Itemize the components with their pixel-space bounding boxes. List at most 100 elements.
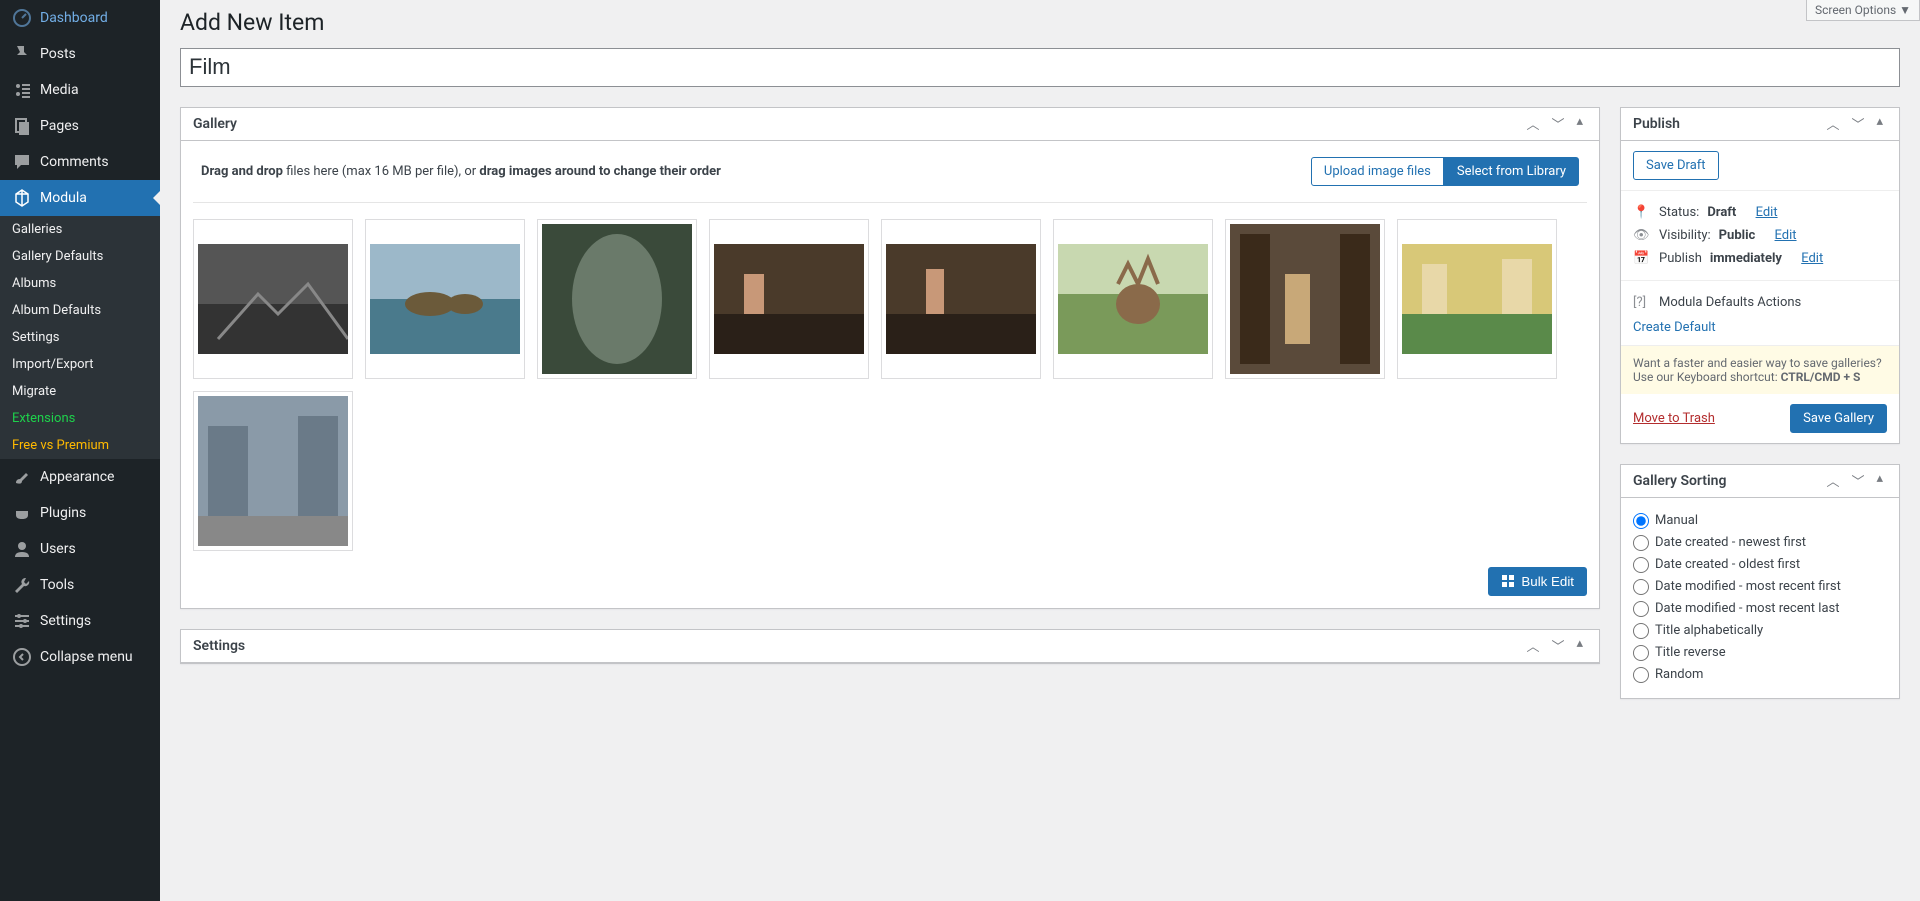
create-default-link[interactable]: Create Default [1633, 320, 1716, 335]
chevron-down-icon[interactable]: ﹀ [1547, 110, 1568, 137]
defaults-heading: Modula Defaults Actions [1659, 295, 1801, 310]
sidebar-item-media[interactable]: Media [0, 72, 160, 108]
screen-options-button[interactable]: Screen Options ▼ [1806, 0, 1920, 21]
submenu-extensions[interactable]: Extensions [0, 405, 160, 432]
keyboard-tip: Want a faster and easier way to save gal… [1621, 346, 1899, 394]
modula-submenu: Galleries Gallery Defaults Albums Album … [0, 216, 160, 459]
sort-option-random[interactable]: Random [1633, 664, 1887, 686]
sort-option-title-az[interactable]: Title alphabetically [1633, 620, 1887, 642]
sidebar-item-tools[interactable]: Tools [0, 567, 160, 603]
image-icon [714, 244, 864, 354]
sort-option-modified-first[interactable]: Date modified - most recent first [1633, 576, 1887, 598]
main-content: Screen Options ▼ Add New Item Gallery ︿ … [160, 0, 1920, 901]
upload-files-button[interactable]: Upload image files [1311, 157, 1444, 186]
sidebar-item-collapse[interactable]: Collapse menu [0, 639, 160, 675]
edit-schedule-link[interactable]: Edit [1801, 251, 1823, 266]
chevron-up-icon[interactable]: ︿ [1822, 467, 1843, 494]
sort-option-manual[interactable]: Manual [1633, 510, 1887, 532]
image-icon [542, 224, 692, 374]
edit-status-link[interactable]: Edit [1756, 205, 1778, 220]
gallery-heading: Gallery [193, 108, 237, 140]
publish-postbox: Publish ︿ ﹀ ▴ Save Draft 📍Status: Draft … [1620, 107, 1900, 444]
sort-option-modified-last[interactable]: Date modified - most recent last [1633, 598, 1887, 620]
submenu-free-vs-premium[interactable]: Free vs Premium [0, 432, 160, 459]
submenu-migrate[interactable]: Migrate [0, 378, 160, 405]
sidebar-item-modula[interactable]: Modula [0, 180, 160, 216]
image-icon [1402, 244, 1552, 354]
comment-icon [12, 152, 32, 172]
edit-visibility-link[interactable]: Edit [1775, 228, 1797, 243]
admin-sidebar: Dashboard Posts Media Pages Comments Mod… [0, 0, 160, 901]
chevron-down-icon[interactable]: ﹀ [1547, 632, 1568, 659]
sidebar-item-label: Users [40, 541, 76, 557]
media-icon [12, 80, 32, 100]
gallery-thumbnail[interactable] [193, 391, 353, 551]
collapse-icon [12, 647, 32, 667]
calendar-icon: 📅 [1633, 251, 1651, 266]
sort-option-date-oldest[interactable]: Date created - oldest first [1633, 554, 1887, 576]
chevron-up-icon[interactable]: ︿ [1522, 110, 1543, 137]
gauge-icon [12, 8, 32, 28]
sidebar-item-dashboard[interactable]: Dashboard [0, 0, 160, 36]
publish-heading: Publish [1633, 108, 1680, 140]
sidebar-item-appearance[interactable]: Appearance [0, 459, 160, 495]
sidebar-item-settings[interactable]: Settings [0, 603, 160, 639]
pin-icon [12, 44, 32, 64]
sidebar-item-plugins[interactable]: Plugins [0, 495, 160, 531]
chevron-down-icon[interactable]: ﹀ [1847, 467, 1868, 494]
title-input[interactable] [180, 48, 1900, 87]
gallery-thumbnail[interactable] [881, 219, 1041, 379]
submenu-album-defaults[interactable]: Album Defaults [0, 297, 160, 324]
plug-icon [12, 503, 32, 523]
submenu-galleries[interactable]: Galleries [0, 216, 160, 243]
gallery-thumbnail[interactable] [709, 219, 869, 379]
submenu-albums[interactable]: Albums [0, 270, 160, 297]
toggle-icon[interactable]: ▴ [1872, 110, 1887, 137]
save-gallery-button[interactable]: Save Gallery [1790, 404, 1887, 433]
gallery-thumbnail[interactable] [1397, 219, 1557, 379]
sidebar-item-comments[interactable]: Comments [0, 144, 160, 180]
image-icon [198, 244, 348, 354]
sorting-heading: Gallery Sorting [1633, 465, 1726, 497]
chevron-down-icon[interactable]: ﹀ [1847, 110, 1868, 137]
image-icon [886, 244, 1036, 354]
gallery-thumbnail[interactable] [1225, 219, 1385, 379]
submenu-gallery-defaults[interactable]: Gallery Defaults [0, 243, 160, 270]
chevron-up-icon[interactable]: ︿ [1822, 110, 1843, 137]
sidebar-item-label: Settings [40, 613, 91, 629]
gallery-thumbnail[interactable] [365, 219, 525, 379]
bulk-edit-button[interactable]: Bulk Edit [1488, 567, 1587, 596]
sidebar-item-users[interactable]: Users [0, 531, 160, 567]
sorting-options: Manual Date created - newest first Date … [1621, 498, 1899, 698]
page-title: Add New Item [180, 0, 1900, 40]
eye-icon: 👁 [1633, 228, 1651, 243]
toggle-icon[interactable]: ▴ [1572, 110, 1587, 137]
save-draft-button[interactable]: Save Draft [1633, 151, 1719, 180]
submenu-import-export[interactable]: Import/Export [0, 351, 160, 378]
sort-option-title-za[interactable]: Title reverse [1633, 642, 1887, 664]
sidebar-item-posts[interactable]: Posts [0, 36, 160, 72]
grid-icon [1501, 574, 1515, 588]
move-to-trash-link[interactable]: Move to Trash [1633, 411, 1715, 426]
sidebar-item-label: Posts [40, 46, 76, 62]
sorting-postbox: Gallery Sorting ︿ ﹀ ▴ Manual Date create… [1620, 464, 1900, 699]
toggle-icon[interactable]: ▴ [1872, 467, 1887, 494]
sort-option-date-newest[interactable]: Date created - newest first [1633, 532, 1887, 554]
gallery-thumbnail[interactable] [193, 219, 353, 379]
help-icon: [?] [1633, 295, 1651, 310]
select-library-button[interactable]: Select from Library [1444, 157, 1579, 186]
submenu-settings[interactable]: Settings [0, 324, 160, 351]
gallery-thumbnail[interactable] [537, 219, 697, 379]
image-icon [1230, 224, 1380, 374]
sidebar-item-label: Pages [40, 118, 79, 134]
gallery-thumbnail[interactable] [1053, 219, 1213, 379]
chevron-up-icon[interactable]: ︿ [1522, 632, 1543, 659]
image-icon [198, 396, 348, 546]
sidebar-item-pages[interactable]: Pages [0, 108, 160, 144]
pages-icon [12, 116, 32, 136]
toggle-icon[interactable]: ▴ [1572, 632, 1587, 659]
gallery-postbox: Gallery ︿ ﹀ ▴ Drag and drop files here (… [180, 107, 1600, 609]
sidebar-item-label: Media [40, 82, 79, 98]
settings-heading: Settings [193, 630, 245, 662]
modula-icon [12, 188, 32, 208]
